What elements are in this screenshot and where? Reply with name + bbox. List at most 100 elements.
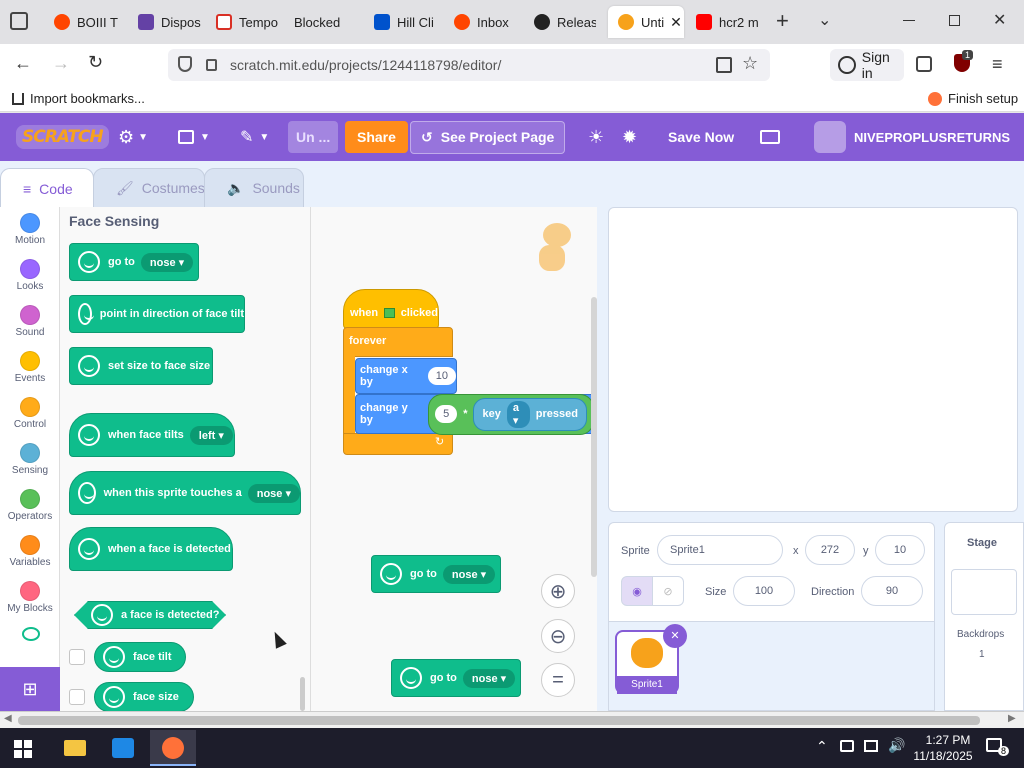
store-icon[interactable] [112,738,134,758]
firefox-taskbar-icon[interactable] [150,730,196,766]
category-events[interactable]: Events [0,351,60,384]
category-sensing[interactable]: Sensing [0,443,60,476]
block-face-size[interactable]: face size [94,682,194,711]
edit-menu[interactable]: ✎ ▼ [240,113,269,161]
chevron-down-icon[interactable]: ⌄ [818,10,831,30]
category-looks[interactable]: Looks [0,259,60,292]
extensions-icon[interactable] [916,56,932,72]
finish-setup-link[interactable]: Finish setup [928,91,1018,106]
hide-sprite-button[interactable]: ⊘ [652,576,684,606]
stage-canvas[interactable] [608,207,1018,512]
block-when-sprite-touches[interactable]: when this sprite touches a nose ▾ [69,471,301,515]
dropdown[interactable]: a ▾ [506,400,530,428]
tray-chevron-icon[interactable]: ⌃ [816,738,828,755]
script-area[interactable]: when clicked forever ↻ change x by 10 ch… [311,207,597,711]
block-go-to[interactable]: go to nose ▾ [391,659,521,697]
debug-icon[interactable]: ✹ [622,113,637,161]
face-size-checkbox[interactable] [69,689,85,705]
category-variables[interactable]: Variables [0,535,60,568]
share-button[interactable]: Share [345,113,408,161]
browser-tab[interactable]: Blocked [294,6,364,38]
scratch-logo[interactable]: SCRATCH [16,113,109,161]
meet-icon[interactable] [840,740,854,752]
browser-tab-active[interactable]: Unti ✕ [608,6,684,38]
url-text[interactable]: scratch.mit.edu/projects/1244118798/edit… [230,57,501,73]
palette-scrollbar[interactable] [300,677,305,711]
block-go-to[interactable]: go to nose ▾ [371,555,501,593]
show-sprite-button[interactable]: ◉ [621,576,653,606]
delete-sprite-icon[interactable]: ✕ [663,624,687,648]
block-when-flag-clicked[interactable]: when clicked [343,289,439,329]
clock-time[interactable]: 1:27 PM [918,733,978,747]
browser-tab[interactable]: BOIII T [50,6,130,38]
face-tilt-checkbox[interactable] [69,649,85,665]
category-motion[interactable]: Motion [0,213,60,246]
browser-tab[interactable]: Dispos [134,6,214,38]
close-window-icon[interactable]: ✕ [993,10,1006,30]
block-go-to[interactable]: go to nose ▾ [69,243,199,281]
dropdown[interactable]: left ▾ [189,425,233,445]
category-operators[interactable]: Operators [0,489,60,522]
close-tab-icon[interactable]: ✕ [670,14,682,31]
file-explorer-icon[interactable] [64,740,86,756]
back-icon[interactable]: ← [14,53,32,74]
project-title-field[interactable]: Un ... [288,113,339,161]
key-pressed-block[interactable]: key a ▾ pressed [473,397,587,431]
tab-sounds[interactable]: 🔈 Sounds [204,168,304,208]
dropdown[interactable]: nose ▾ [247,483,300,503]
lock-icon[interactable] [206,59,217,71]
browser-tab[interactable]: hcr2 m [696,6,758,38]
browser-tab[interactable]: Tempo [214,6,294,38]
x-input[interactable]: 272 [805,535,855,565]
reader-view-icon[interactable] [716,57,732,73]
lightbulb-icon[interactable]: ☀ [588,113,604,161]
star-icon[interactable]: ☆ [742,53,758,74]
url-bar[interactable]: scratch.mit.edu/projects/1244118798/edit… [168,49,770,81]
forward-icon[interactable]: → [52,53,70,74]
file-menu[interactable]: ▼ [178,113,210,161]
settings-menu[interactable]: ⚙ ▼ [118,113,148,161]
clock-date[interactable]: 11/18/2025 [908,749,978,763]
new-tab-icon[interactable]: + [776,8,789,34]
category-control[interactable]: Control [0,397,60,430]
face-sensing-extension-icon[interactable] [22,627,40,641]
block-when-face-detected[interactable]: when a face is detected [69,527,233,571]
reload-icon[interactable]: ↻ [88,52,103,73]
category-sound[interactable]: Sound [0,305,60,338]
shield-icon[interactable] [178,56,192,72]
sprite-name-input[interactable]: Sprite1 [657,535,783,565]
block-point-direction[interactable]: point in direction of face tilt [69,295,245,333]
stage-thumbnail[interactable] [951,569,1017,615]
minimize-icon[interactable] [903,20,915,21]
tab-list-icon[interactable] [10,12,28,30]
dropdown[interactable]: nose ▾ [442,564,496,584]
category-my-blocks[interactable]: My Blocks [0,581,60,614]
size-input[interactable]: 100 [733,576,795,606]
scroll-left-icon[interactable]: ◀ [4,713,12,724]
change-x-input[interactable]: 10 [427,367,456,385]
y-input[interactable]: 10 [875,535,925,565]
see-project-button[interactable]: ↺ See Project Page [410,113,566,161]
scroll-thumb[interactable] [18,716,980,725]
my-stuff-icon[interactable] [760,113,780,161]
maximize-icon[interactable] [949,15,960,26]
block-change-x[interactable]: change x by 10 [355,358,457,394]
tab-code[interactable]: ≡ Code [0,168,94,208]
sign-in-button[interactable]: Sign in [830,49,904,81]
network-icon[interactable] [864,740,878,752]
block-set-size[interactable]: set size to face size [69,347,213,385]
dropdown[interactable]: nose ▾ [462,668,516,688]
operator-block[interactable]: 5 * key a ▾ pressed [428,393,594,435]
block-change-y[interactable]: change y by 5 * key a ▾ pressed [355,393,595,435]
dropdown[interactable]: nose ▾ [140,252,194,272]
browser-tab[interactable]: Hill Cli [374,6,436,38]
zoom-reset-button[interactable]: = [541,663,575,697]
multiply-input[interactable]: 5 [435,405,458,423]
block-a-face-detected[interactable]: a face is detected? [74,601,226,629]
add-extension-button[interactable]: ⊞ [0,667,60,711]
save-now-button[interactable]: Save Now [668,113,734,161]
windows-start-icon[interactable] [14,740,32,758]
volume-icon[interactable]: 🔊 [888,737,905,754]
stage-selector[interactable]: Stage Backdrops 1 [944,522,1024,711]
horizontal-scrollbar[interactable]: ◀ ▶ [0,711,1024,728]
